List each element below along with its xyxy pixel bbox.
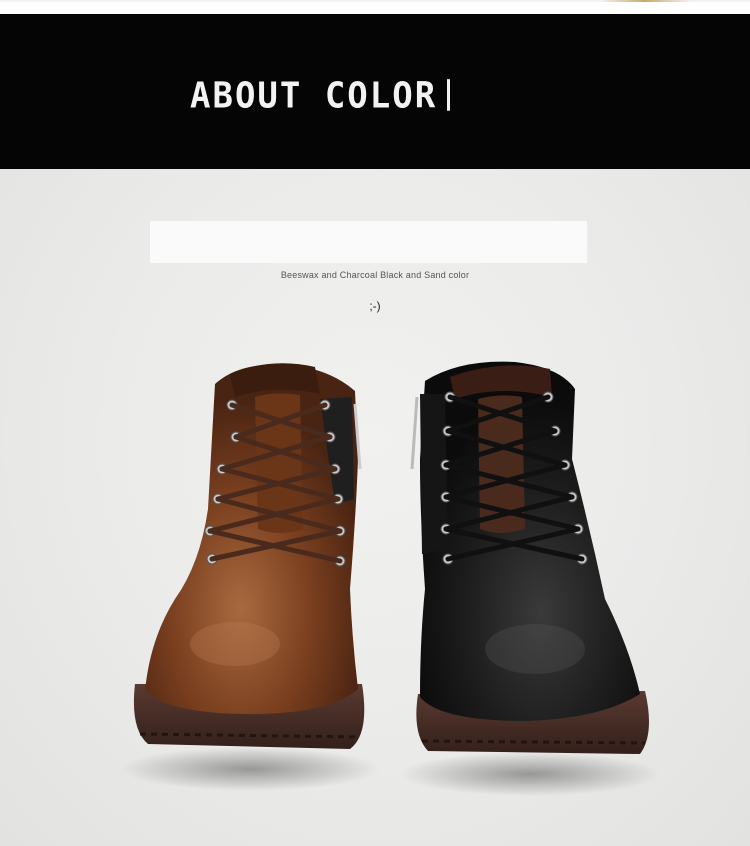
section-banner: ABOUT COLOR xyxy=(0,14,750,169)
banner-title: ABOUT COLOR xyxy=(190,75,451,117)
banner-title-text: ABOUT COLOR xyxy=(190,75,438,117)
top-strip xyxy=(0,0,750,14)
title-divider-bar xyxy=(447,78,451,111)
product-stage: Beeswax and Charcoal Black and Sand colo… xyxy=(0,169,750,846)
brown-boot-shadow xyxy=(120,747,380,791)
boots-illustration xyxy=(120,361,660,796)
brown-boot xyxy=(133,363,365,749)
black-boot-shadow xyxy=(400,752,660,796)
black-boot-zipper xyxy=(410,396,419,470)
top-accent-line xyxy=(0,0,750,2)
black-boot xyxy=(410,361,649,754)
